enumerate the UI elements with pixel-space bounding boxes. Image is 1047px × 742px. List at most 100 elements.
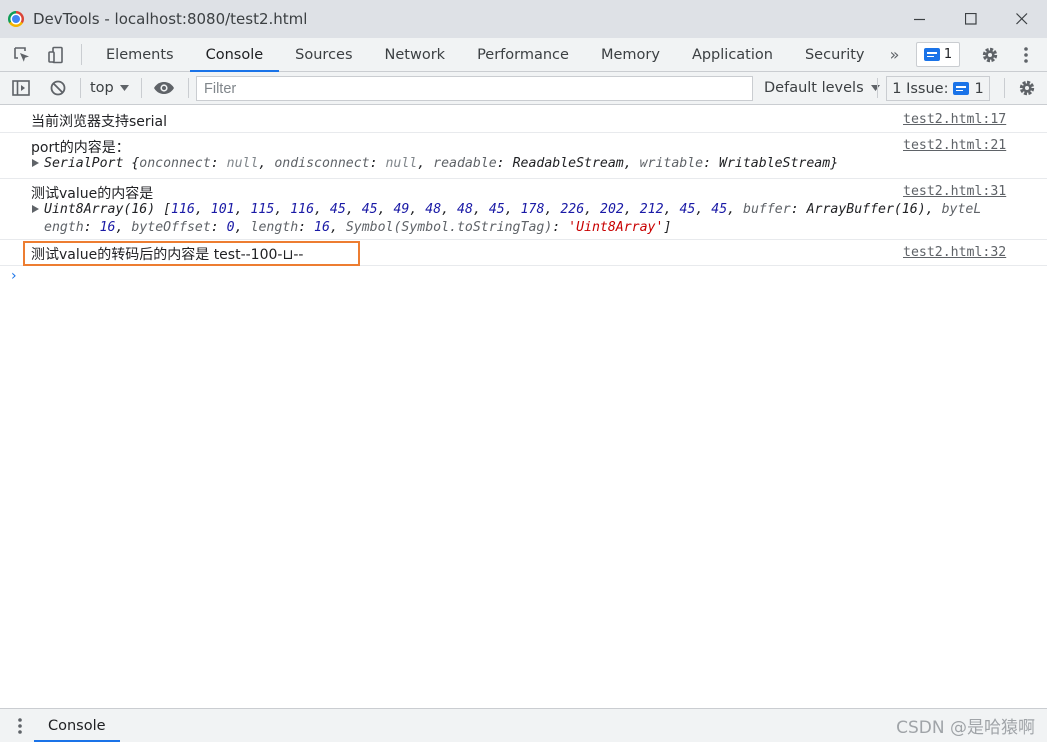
- log-levels-label: Default levels: [764, 80, 864, 96]
- array-item: 178: [520, 202, 545, 217]
- context-selector-label: top: [90, 80, 114, 96]
- expand-triangle-icon[interactable]: [32, 159, 39, 167]
- inspect-element-icon[interactable]: [5, 38, 39, 71]
- window-controls: [894, 0, 1047, 38]
- prop-key: ondisconnect: [274, 156, 370, 171]
- prop-key: Symbol(Symbol.toStringTag): [345, 220, 553, 235]
- prop-value: 0: [226, 220, 235, 235]
- tab-application[interactable]: Application: [676, 38, 789, 71]
- console-prompt-chevron-icon[interactable]: ›: [11, 268, 17, 284]
- prop-value: 'Uint8Array': [568, 220, 664, 235]
- minimize-icon[interactable]: [894, 0, 945, 38]
- message-text: 当前浏览器支持serial: [31, 114, 168, 130]
- message-icon: [923, 48, 940, 61]
- prop-value: null: [226, 156, 259, 171]
- toolbar-divider: [141, 78, 142, 98]
- console-message: 当前浏览器支持serial test2.html:17: [0, 106, 1047, 133]
- live-expression-eye-icon[interactable]: [151, 72, 177, 104]
- console-toolbar: top Filter Default levels 1 Issue: 1: [0, 72, 1047, 105]
- array-item: 212: [639, 202, 664, 217]
- chrome-logo-icon: [8, 11, 24, 27]
- issues-count-button[interactable]: 1 Issue: 1: [886, 76, 990, 101]
- tab-security[interactable]: Security: [789, 38, 881, 71]
- message-text: 测试value的内容是: [31, 186, 154, 202]
- log-levels-dropdown[interactable]: Default levels: [764, 72, 880, 104]
- tab-sources[interactable]: Sources: [279, 38, 368, 71]
- close-icon[interactable]: [996, 0, 1047, 38]
- array-items: 116, 101, 115, 116, 45, 45, 49, 48, 48, …: [171, 202, 728, 217]
- maximize-icon[interactable]: [945, 0, 996, 38]
- source-link[interactable]: test2.html:31: [903, 184, 1006, 199]
- prop-key-wrapped: byteL: [941, 202, 982, 217]
- device-toolbar-icon[interactable]: [39, 38, 73, 71]
- toolbar-divider: [80, 78, 81, 98]
- object-class: Uint8Array(16): [44, 202, 156, 217]
- array-item: 48: [457, 202, 473, 217]
- context-selector[interactable]: top: [90, 72, 129, 104]
- object-preview[interactable]: Uint8Array(16) [116, 101, 115, 116, 45, …: [32, 202, 981, 217]
- expand-triangle-icon[interactable]: [32, 205, 39, 213]
- array-item: 45: [329, 202, 346, 217]
- customize-menu-icon[interactable]: [1014, 43, 1038, 67]
- prop-key: readable: [433, 156, 497, 171]
- tab-console[interactable]: Console: [189, 38, 280, 72]
- prop-value: ArrayBuffer(16): [806, 202, 926, 217]
- array-item: 202: [600, 202, 624, 217]
- window-title: DevTools - localhost:8080/test2.html: [33, 10, 308, 28]
- array-item: 45: [679, 202, 696, 217]
- prop-key: onconnect: [139, 156, 211, 171]
- prop-value: null: [385, 156, 418, 171]
- array-item: 45: [488, 202, 505, 217]
- array-item: 45: [711, 202, 728, 217]
- prop-value: WritableStream: [719, 156, 831, 171]
- issues-count-label: 1 Issue:: [892, 80, 949, 97]
- array-item: 115: [250, 202, 275, 217]
- tab-performance[interactable]: Performance: [461, 38, 585, 71]
- sidebar-toggle-icon[interactable]: [8, 72, 34, 104]
- issues-count-value: 1: [974, 80, 984, 97]
- dropdown-arrow-icon: [119, 85, 129, 91]
- array-item: 49: [393, 202, 410, 217]
- prop-key: byteOffset: [131, 220, 211, 235]
- object-class: SerialPort: [44, 156, 124, 171]
- object-preview[interactable]: SerialPort {onconnect: null, ondisconnec…: [32, 156, 838, 171]
- message-icon: [953, 82, 970, 95]
- console-message: 测试value的内容是 test2.html:31 Uint8Array(16)…: [0, 179, 1047, 240]
- settings-gear-icon[interactable]: [978, 43, 1002, 67]
- prop-value: 16: [99, 220, 116, 235]
- prop-value: 16: [314, 220, 330, 235]
- array-item: 226: [560, 202, 585, 217]
- filter-input[interactable]: Filter: [196, 76, 753, 101]
- source-link[interactable]: test2.html:17: [903, 112, 1006, 127]
- source-link[interactable]: test2.html:21: [903, 138, 1006, 153]
- object-preview-continued: ength: 16, byteOffset: 0, length: 16, Sy…: [44, 220, 672, 235]
- array-item: 45: [361, 202, 378, 217]
- highlight-annotation-box: [23, 241, 360, 266]
- toolbar-divider: [81, 44, 82, 65]
- tab-network[interactable]: Network: [369, 38, 462, 71]
- more-tabs-icon[interactable]: »: [881, 38, 909, 71]
- toolbar-divider: [1004, 78, 1005, 98]
- message-text: port的内容是：: [31, 140, 130, 156]
- array-item: 48: [425, 202, 442, 217]
- drawer-tab-console[interactable]: Console: [34, 709, 120, 742]
- console-message: port的内容是： test2.html:21 SerialPort {onco…: [0, 133, 1047, 179]
- array-item: 101: [210, 202, 235, 217]
- console-output: 当前浏览器支持serial test2.html:17 port的内容是： te…: [0, 106, 1047, 708]
- tab-memory[interactable]: Memory: [585, 38, 676, 71]
- toolbar-divider: [188, 78, 189, 98]
- prop-key: buffer: [743, 202, 791, 217]
- tab-elements[interactable]: Elements: [90, 38, 190, 71]
- prop-value: ReadableStream: [512, 156, 624, 171]
- watermark: CSDN @是哈猿啊: [896, 718, 1035, 738]
- source-link[interactable]: test2.html:32: [903, 245, 1006, 260]
- prop-key: length: [250, 220, 299, 235]
- clear-console-icon[interactable]: [45, 72, 71, 104]
- issues-badge-button[interactable]: 1: [916, 42, 960, 67]
- issues-badge-count: 1: [943, 47, 953, 62]
- console-settings-gear-icon[interactable]: [1014, 72, 1040, 104]
- prop-key: writable: [639, 156, 704, 171]
- array-item: 116: [171, 202, 195, 217]
- drawer-menu-icon[interactable]: [12, 714, 28, 738]
- window-titlebar: DevTools - localhost:8080/test2.html: [0, 0, 1047, 38]
